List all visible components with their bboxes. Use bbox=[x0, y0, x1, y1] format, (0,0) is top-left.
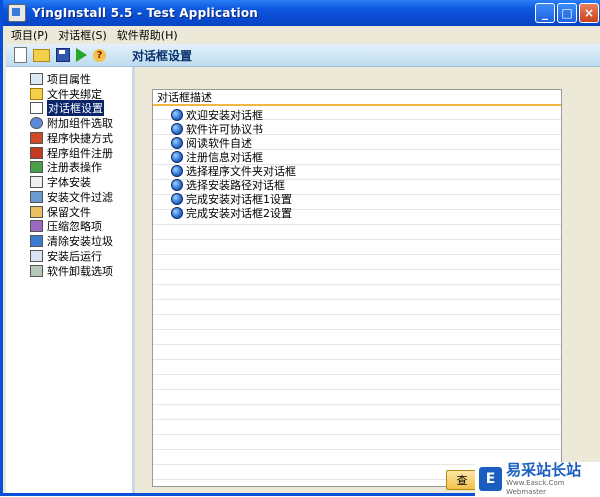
component-icon bbox=[30, 117, 43, 129]
folder-icon bbox=[30, 88, 43, 100]
watermark-logo: E 易采站长站 Www.Easck.Com Webmaster bbox=[475, 460, 600, 496]
sidebar-item-registry[interactable]: 注册表操作 bbox=[30, 160, 102, 174]
list-header: 对话框描述 bbox=[153, 90, 561, 106]
sidebar-item-compress-ignore[interactable]: 压缩忽略项 bbox=[30, 219, 102, 233]
globe-icon bbox=[171, 109, 183, 121]
list-item[interactable]: 软件许可协议书 bbox=[171, 122, 263, 136]
keep-file-icon bbox=[30, 206, 43, 218]
close-button[interactable]: × bbox=[579, 3, 599, 23]
sidebar-item-project-properties[interactable]: 项目属性 bbox=[30, 72, 91, 86]
sidebar-item-component-register[interactable]: 程序组件注册 bbox=[30, 146, 113, 160]
sidebar-item-label: 附加组件选取 bbox=[47, 117, 113, 130]
sidebar-item-run-after-install[interactable]: 安装后运行 bbox=[30, 249, 102, 263]
sidebar-item-file-filter[interactable]: 安装文件过滤 bbox=[30, 190, 113, 204]
new-file-icon[interactable] bbox=[14, 47, 27, 63]
list-item[interactable]: 完成安装对话框2设置 bbox=[171, 206, 292, 220]
globe-icon bbox=[171, 179, 183, 191]
dialog-icon bbox=[30, 102, 43, 114]
menu-help[interactable]: 软件帮助(H) bbox=[112, 27, 183, 43]
shortcut-icon bbox=[30, 132, 43, 144]
sidebar-item-dialog-settings[interactable]: 对话框设置 bbox=[30, 100, 104, 116]
sidebar-tree: 项目属性 文件夹绑定 对话框设置 附加组件选取 程序快捷方式 程序组件注册 注册… bbox=[6, 67, 135, 493]
list-header-label: 对话框描述 bbox=[157, 91, 212, 104]
sidebar-item-label: 项目属性 bbox=[47, 73, 91, 86]
toolbar: ? 对话框设置 bbox=[6, 44, 600, 67]
maximize-button[interactable]: □ bbox=[557, 3, 577, 23]
menu-dialog[interactable]: 对话框(S) bbox=[53, 27, 112, 43]
run-icon[interactable] bbox=[76, 48, 87, 62]
application-window: YingInstall 5.5 - Test Application _ □ ×… bbox=[0, 0, 600, 496]
globe-icon bbox=[171, 165, 183, 177]
list-item[interactable]: 注册信息对话框 bbox=[171, 150, 263, 164]
list-item[interactable]: 欢迎安装对话框 bbox=[171, 108, 263, 122]
list-item[interactable]: 选择安装路径对话框 bbox=[171, 178, 285, 192]
compress-icon bbox=[30, 220, 43, 232]
globe-icon bbox=[171, 193, 183, 205]
open-folder-icon[interactable] bbox=[33, 48, 50, 62]
sidebar-item-label: 安装后运行 bbox=[47, 250, 102, 263]
run-after-icon bbox=[30, 250, 43, 262]
sidebar-item-folder-binding[interactable]: 文件夹绑定 bbox=[30, 87, 102, 101]
globe-icon bbox=[171, 151, 183, 163]
sidebar-item-label: 压缩忽略项 bbox=[47, 220, 102, 233]
menu-project[interactable]: 项目(P) bbox=[6, 27, 53, 43]
menu-bar: 项目(P) 对话框(S) 软件帮助(H) bbox=[6, 26, 600, 45]
globe-icon bbox=[171, 123, 183, 135]
sidebar-item-label: 软件卸载选项 bbox=[47, 265, 113, 278]
list-item[interactable]: 完成安装对话框1设置 bbox=[171, 192, 292, 206]
sidebar-item-label: 清除安装垃圾 bbox=[47, 235, 113, 248]
app-icon[interactable] bbox=[8, 4, 26, 22]
content-panel: 对话框描述 欢迎安装对话框 软件许可协议书 阅读软件自述 注册信息对话框 选择程… bbox=[135, 67, 600, 493]
caption-buttons: _ □ × bbox=[535, 3, 599, 23]
filter-icon bbox=[30, 191, 43, 203]
clean-icon bbox=[30, 235, 43, 247]
sidebar-item-label: 程序快捷方式 bbox=[47, 132, 113, 145]
globe-icon bbox=[171, 207, 183, 219]
list-item[interactable]: 阅读软件自述 bbox=[171, 136, 252, 150]
sidebar-item-font-install[interactable]: 字体安装 bbox=[30, 175, 91, 189]
watermark-icon: E bbox=[479, 467, 503, 491]
save-icon[interactable] bbox=[56, 48, 70, 62]
sidebar-item-shortcuts[interactable]: 程序快捷方式 bbox=[30, 131, 113, 145]
watermark-text: 易采站长站 bbox=[506, 460, 582, 479]
help-icon[interactable]: ? bbox=[93, 48, 106, 62]
uninstall-icon bbox=[30, 265, 43, 277]
search-button[interactable]: 查 bbox=[446, 470, 478, 490]
properties-icon bbox=[30, 73, 43, 85]
globe-icon bbox=[171, 137, 183, 149]
sidebar-item-label: 对话框设置 bbox=[47, 100, 104, 116]
sidebar-item-label: 注册表操作 bbox=[47, 161, 102, 174]
sidebar-item-clean-install[interactable]: 清除安装垃圾 bbox=[30, 234, 113, 248]
title-bar[interactable]: YingInstall 5.5 - Test Application _ □ × bbox=[3, 0, 600, 26]
sidebar-item-label: 字体安装 bbox=[47, 176, 91, 189]
section-title: 对话框设置 bbox=[132, 48, 193, 63]
font-icon bbox=[30, 176, 43, 188]
sidebar-item-addon-components[interactable]: 附加组件选取 bbox=[30, 116, 113, 130]
dialog-list[interactable]: 对话框描述 欢迎安装对话框 软件许可协议书 阅读软件自述 注册信息对话框 选择程… bbox=[152, 89, 562, 487]
sidebar-item-uninstall-options[interactable]: 软件卸载选项 bbox=[30, 264, 113, 278]
minimize-button[interactable]: _ bbox=[535, 3, 555, 23]
register-icon bbox=[30, 147, 43, 159]
sidebar-item-keep-files[interactable]: 保留文件 bbox=[30, 205, 91, 219]
watermark-subtext: Www.Easck.Com Webmaster bbox=[506, 478, 565, 496]
sidebar-item-label: 安装文件过滤 bbox=[47, 191, 113, 204]
list-item[interactable]: 选择程序文件夹对话框 bbox=[171, 164, 296, 178]
registry-icon bbox=[30, 161, 43, 173]
window-title: YingInstall 5.5 - Test Application bbox=[32, 6, 259, 20]
list-item-label: 完成安装对话框2设置 bbox=[186, 207, 292, 220]
